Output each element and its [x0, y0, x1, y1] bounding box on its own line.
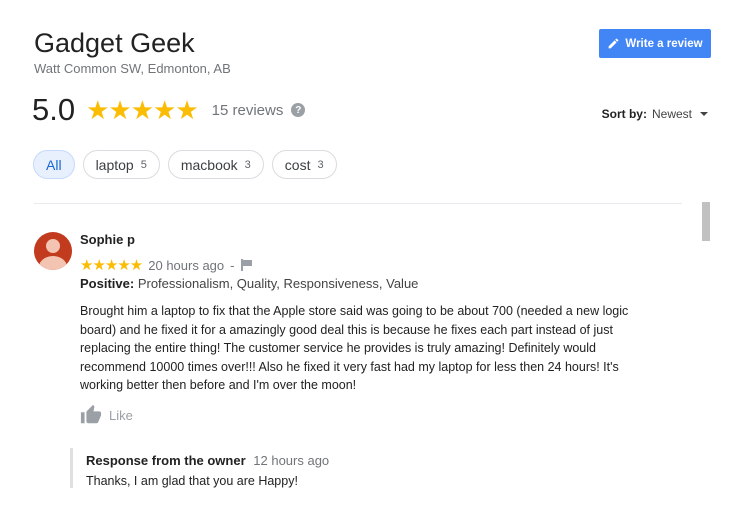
- owner-response-time: 12 hours ago: [253, 453, 330, 468]
- review-text: Brought him a laptop to fix that the App…: [80, 304, 629, 392]
- positive-attributes: Positive: Professionalism, Quality, Resp…: [80, 276, 418, 291]
- rating-stars-icon: ★★★★★: [86, 94, 199, 125]
- owner-response: Response from the owner 12 hours ago Tha…: [70, 448, 670, 488]
- review-meta: ★★★★★ 20 hours ago -: [80, 256, 253, 274]
- filter-chip-count: 3: [317, 158, 324, 171]
- scrollbar-thumb[interactable]: [702, 202, 710, 241]
- pencil-icon: [609, 38, 619, 49]
- business-name: Gadget Geek: [34, 28, 195, 58]
- reviewer-name[interactable]: Sophie p: [80, 232, 135, 247]
- filter-chip-laptop[interactable]: laptop 5: [82, 150, 160, 179]
- filter-chip-label: cost: [284, 156, 311, 173]
- review-stars-icon: ★★★★★: [80, 257, 143, 274]
- business-address: Watt Common SW, Edmonton, AB: [34, 61, 231, 76]
- owner-response-title: Response from the owner: [86, 453, 246, 468]
- caret-down-icon: [700, 112, 708, 116]
- positive-values: Professionalism, Quality, Responsiveness…: [137, 276, 419, 291]
- write-review-button[interactable]: Write a review: [599, 29, 711, 58]
- filter-chip-macbook[interactable]: macbook 3: [167, 150, 264, 179]
- filter-chip-count: 5: [140, 158, 147, 171]
- rating-score: 5.0: [32, 92, 76, 127]
- like-button[interactable]: Like: [80, 404, 133, 426]
- sort-label: Sort by:: [601, 107, 647, 121]
- flag-icon[interactable]: [240, 259, 253, 271]
- filter-chip-label: macbook: [180, 156, 238, 173]
- write-review-label: Write a review: [625, 37, 703, 50]
- owner-response-text: Thanks, I am glad that you are Happy!: [86, 474, 298, 488]
- like-label: Like: [109, 407, 133, 423]
- filter-chip-cost[interactable]: cost 3: [271, 150, 337, 179]
- positive-label: Positive:: [80, 276, 135, 291]
- avatar-body-shape: [39, 256, 67, 270]
- review-time: 20 hours ago: [148, 257, 225, 273]
- divider: [34, 203, 682, 204]
- filter-chip-label: laptop: [95, 156, 134, 173]
- filter-chip-all[interactable]: All: [33, 150, 75, 179]
- thumbs-up-icon: [80, 404, 102, 424]
- avatar[interactable]: [34, 232, 72, 270]
- meta-separator: -: [230, 257, 235, 273]
- filter-chips: All laptop 5 macbook 3 cost 3: [33, 150, 337, 179]
- reviews-count: 15 reviews: [211, 101, 284, 119]
- avatar-head-shape: [46, 239, 60, 253]
- filter-chip-count: 3: [244, 158, 251, 171]
- sort-dropdown[interactable]: Sort by: Newest: [602, 107, 708, 121]
- sort-value: Newest: [651, 107, 692, 121]
- help-icon[interactable]: ?: [291, 103, 306, 117]
- rating-summary: 5.0 ★★★★★ 15 reviews ?: [32, 90, 306, 130]
- filter-chip-label: All: [46, 156, 62, 173]
